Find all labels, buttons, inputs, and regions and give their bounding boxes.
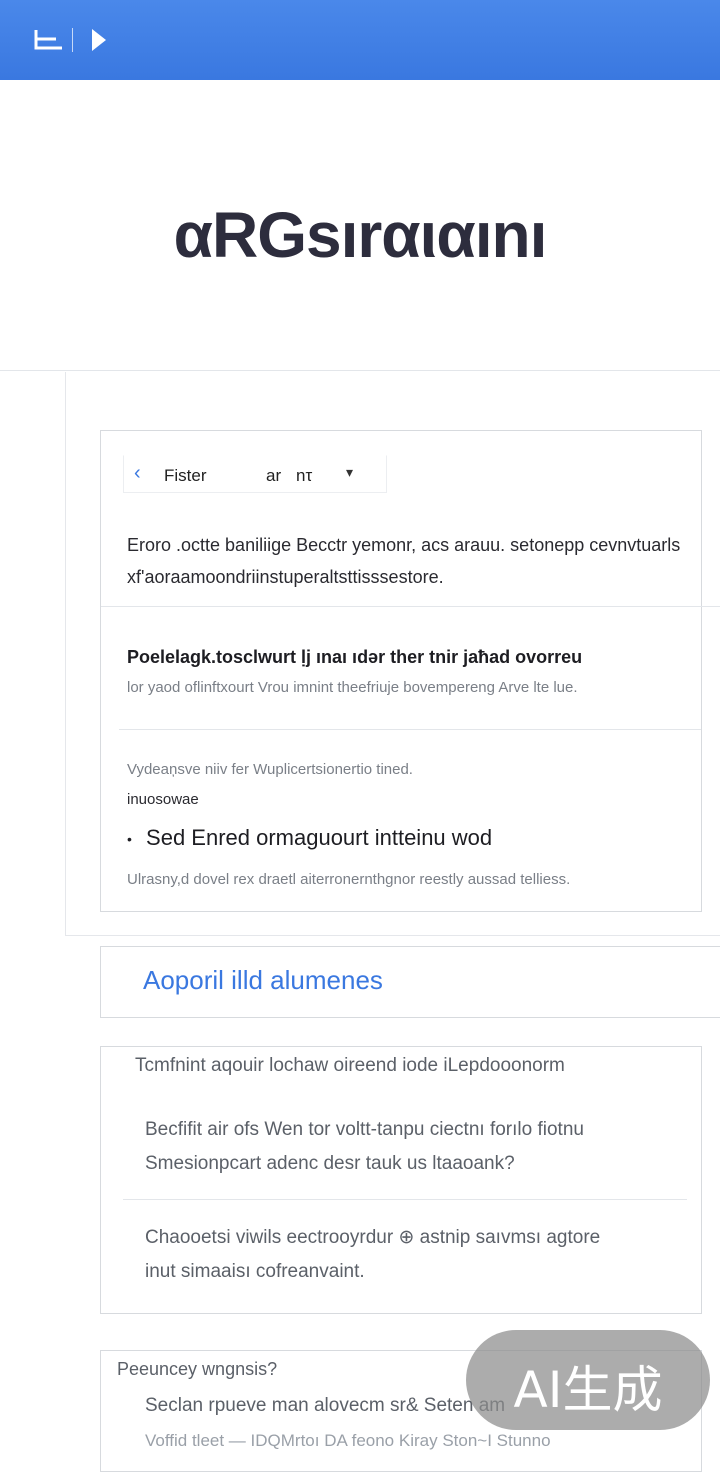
caret-down-icon[interactable]: ▾ [346,464,353,481]
intro-paragraph: Eroro .octte baniliige Becctr yemonr, ac… [127,535,681,587]
section-header-link[interactable]: Aoporil illd alumenes [100,946,720,1018]
watermark-text: AI生成 [513,1361,663,1419]
filter-value: nτ [296,466,313,485]
section-label: inuosowae [127,791,199,808]
filter-tab[interactable]: ‹ Fister ar nτ ▾ [123,455,387,493]
card-paragraph: Chaooetsi viwils eectrooyrdur ⊕ astnip s… [145,1221,685,1289]
section-divider [119,729,701,730]
brand-logo: αRGsırαιαını [173,199,548,271]
bullet-item: • Sed Enred ormaguourt intteinu wod [127,825,492,851]
chevron-left-icon[interactable]: ‹ [134,462,141,485]
panel-icon[interactable] [32,26,64,59]
filter-label: Fister [164,466,207,485]
card-divider [123,1199,687,1200]
card-paragraph-line: Smesionpcart adenc desr tauk us ltaaoank… [145,1153,515,1174]
section-divider [101,606,720,607]
section-subtitle: lor yaod oflinftxourt Vrou imnint theefr… [127,679,578,696]
content-divider [65,935,720,936]
card-title: Peeuncey wngnsis? [117,1359,278,1379]
play-arrow-icon[interactable] [88,26,110,59]
logo-banner: αRGsırαιαını [0,80,720,371]
top-app-bar [0,0,720,80]
section-heading: Poelelagk.tosclwurt ḷj ınaı ıdǝr ther tn… [127,647,583,667]
card-paragraph-line: Becfifit air ofs Wen tor voltt-tanpu cie… [145,1119,584,1140]
card-paragraph: Seclan rpueve man alovecm sr& Seten am [145,1395,506,1416]
card-paragraph-line: Chaooetsi viwils eectrooyrdur ⊕ astnip s… [145,1227,601,1248]
section-footnote: Ulrasny,d dovel rex draetl aiterronernth… [127,871,571,888]
card-paragraph: Becfifit air ofs Wen tor voltt-tanpu cie… [145,1113,685,1181]
section-caption: Vydeaņsve niiv fer Wuplicertsionertio ti… [127,761,413,778]
filter-sublabel: ar [266,466,282,485]
bullet-dot: • [127,831,132,848]
card-title: Tcmfnint aqouir lochaw oireend iode iLep… [135,1055,565,1076]
left-rail-divider [65,372,66,936]
toolbar-divider [72,28,73,52]
info-card: Tcmfnint aqouir lochaw oireend iode iLep… [100,1046,702,1314]
card-paragraph-line: inut simaaisı cofreanvaint. [145,1261,365,1282]
bullet-text: Sed Enred ormaguourt intteinu wod [146,825,493,850]
ai-generated-watermark: AI生成 [466,1330,710,1430]
section-header-title: Aoporil illd alumenes [143,965,383,995]
card-paragraph: Voffid tleet — IDQMrtoı DA feono Kiray S… [145,1431,551,1450]
article-card: ‹ Fister ar nτ ▾ Eroro .octte baniliige … [100,430,720,912]
